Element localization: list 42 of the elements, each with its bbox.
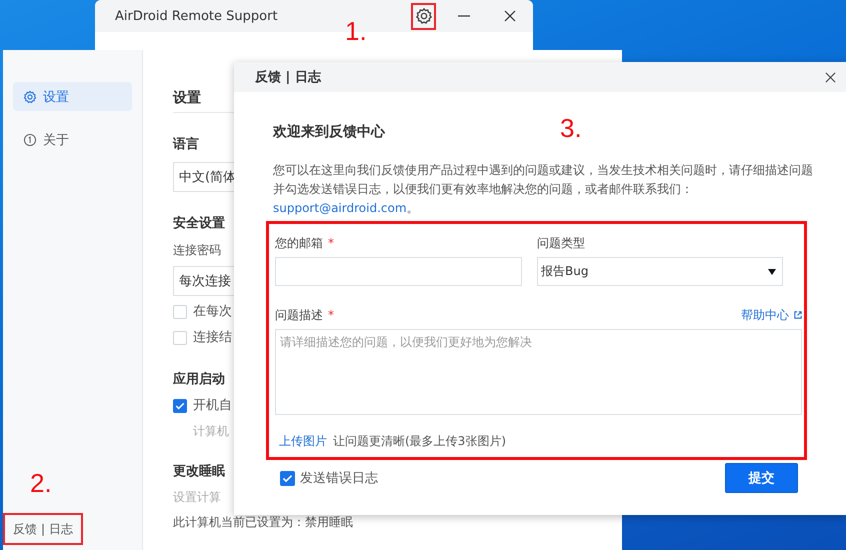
field-label: 问题描述 * [275, 307, 334, 324]
window-title: AirDroid Remote Support [115, 8, 279, 24]
dialog-title: 反馈 | 日志 [255, 68, 322, 86]
checkbox-label: 连接结 [193, 329, 232, 347]
email-field[interactable] [275, 257, 522, 286]
upload-link[interactable]: 上传图片 [279, 432, 327, 450]
hint-text: 计算机 [192, 423, 229, 440]
setting-text: 此计算机当前已设置为：禁用睡眠 [173, 514, 353, 531]
dialog-heading: 欢迎来到反馈中心 [273, 122, 385, 142]
close-icon[interactable] [825, 72, 836, 82]
section-heading: 更改睡眠 [173, 463, 225, 481]
checkbox-label: 发送错误日志 [300, 470, 378, 487]
email-link[interactable]: support@airdroid.com [273, 201, 407, 215]
close-icon[interactable] [504, 10, 516, 22]
gear-icon [414, 7, 432, 25]
annotation-number: 3. [560, 113, 582, 143]
description-field[interactable]: 请详细描述您的问题，以便我们更好地为您解决 [275, 329, 802, 415]
gear-icon [23, 90, 37, 104]
section-heading: 语言 [173, 136, 199, 154]
caret-icon [768, 268, 776, 274]
annotation-number: 1. [345, 16, 367, 46]
sidebar-item[interactable]: 关于 [13, 125, 132, 154]
section-heading: 应用启动 [173, 370, 225, 389]
upload-hint: 让问题更清晰(最多上传3张图片) [333, 433, 506, 450]
external-link-icon [794, 311, 802, 319]
hint-text: 设置计算 [173, 489, 221, 506]
sidebar-item[interactable]: 设置 [13, 82, 132, 111]
help-link[interactable]: 帮助中心 [741, 306, 802, 324]
section-heading: 安全设置 [173, 214, 225, 233]
info-icon [23, 132, 37, 146]
checkbox[interactable] [280, 470, 295, 486]
annotation-number: 2. [30, 468, 52, 498]
checkbox-label: 开机自 [193, 397, 232, 415]
setting-text: 连接密码 [173, 242, 221, 259]
feedback-link[interactable]: 反馈 | 日志 [13, 520, 73, 538]
submit-button[interactable]: 提交 [725, 463, 798, 493]
checkbox-label: 在每次 [193, 303, 232, 321]
checkbox[interactable] [173, 399, 187, 413]
type-dropdown[interactable]: 报告Bug [537, 257, 783, 286]
field-label: 您的邮箱 * [275, 235, 335, 252]
intro-text: 您可以在这里向我们反馈使用产品过程中遇到的问题或建议，当发生技术相关问题时，请仔细描述问题并勾选发送错误日志，以便我们更有效率地解决您的问题，或者邮件联系我们： support@airdroid.com。 [273, 162, 814, 217]
field-label: 问题类型 [537, 235, 586, 252]
